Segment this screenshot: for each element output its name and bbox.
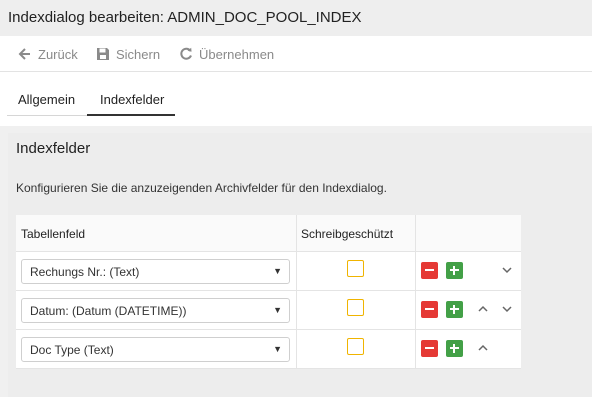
chevron-down-icon[interactable] — [499, 301, 515, 317]
column-divider — [415, 330, 416, 368]
header-readonly: Schreibgeschützt — [301, 227, 394, 241]
section-title: Indexfelder — [16, 140, 91, 157]
column-divider — [415, 215, 416, 251]
title-bar: Indexdialog bearbeiten: ADMIN_DOC_POOL_I… — [0, 0, 592, 36]
field-select[interactable]: Doc Type (Text) ▼ — [21, 337, 290, 362]
field-select-value: Doc Type (Text) — [30, 343, 114, 357]
index-fields-panel: Indexfelder Konfigurieren Sie die anzuze… — [8, 133, 592, 397]
add-row-button[interactable] — [446, 340, 463, 357]
chevron-down-icon[interactable] — [499, 262, 515, 278]
field-select[interactable]: Rechungs Nr.: (Text) ▼ — [21, 259, 290, 284]
back-button[interactable]: Zurück — [18, 45, 78, 63]
column-divider — [296, 215, 297, 251]
index-fields-table: Tabellenfeld Schreibgeschützt Rechungs N… — [16, 215, 521, 369]
field-select-value: Rechungs Nr.: (Text) — [30, 265, 140, 279]
remove-row-button[interactable] — [421, 301, 438, 318]
readonly-checkbox[interactable] — [347, 299, 364, 316]
active-tab-indicator — [87, 114, 175, 116]
readonly-checkbox[interactable] — [347, 260, 364, 277]
dropdown-caret-icon: ▼ — [273, 266, 282, 276]
table-row: Doc Type (Text) ▼ — [16, 330, 521, 369]
tab-bar: Allgemein Indexfelder — [0, 72, 592, 126]
remove-row-button[interactable] — [421, 340, 438, 357]
floppy-disk-icon — [96, 47, 110, 61]
apply-label: Übernehmen — [199, 46, 275, 62]
add-row-button[interactable] — [446, 301, 463, 318]
table-row: Rechungs Nr.: (Text) ▼ — [16, 252, 521, 291]
back-label: Zurück — [38, 46, 78, 62]
column-divider — [296, 291, 297, 329]
chevron-up-icon[interactable] — [475, 301, 491, 317]
window-title: Indexdialog bearbeiten: ADMIN_DOC_POOL_I… — [8, 9, 362, 26]
column-divider — [296, 252, 297, 290]
table-header: Tabellenfeld Schreibgeschützt — [16, 215, 521, 252]
header-table-field: Tabellenfeld — [21, 227, 86, 241]
toolbar: Zurück Sichern Übernehmen — [0, 36, 592, 72]
table-row: Datum: (Datum (DATETIME)) ▼ — [16, 291, 521, 330]
save-label: Sichern — [116, 46, 161, 62]
column-divider — [415, 291, 416, 329]
tab-allgemein[interactable]: Allgemein — [18, 92, 75, 107]
apply-button[interactable]: Übernehmen — [179, 45, 274, 63]
save-button[interactable]: Sichern — [96, 45, 160, 63]
arrow-left-icon — [18, 47, 32, 61]
remove-row-button[interactable] — [421, 262, 438, 279]
tab-indexfelder[interactable]: Indexfelder — [100, 92, 164, 107]
column-divider — [296, 330, 297, 368]
dropdown-caret-icon: ▼ — [273, 305, 282, 315]
field-select[interactable]: Datum: (Datum (DATETIME)) ▼ — [21, 298, 290, 323]
add-row-button[interactable] — [446, 262, 463, 279]
field-select-value: Datum: (Datum (DATETIME)) — [30, 304, 187, 318]
section-description: Konfigurieren Sie die anzuzeigenden Arch… — [16, 181, 387, 195]
refresh-icon — [179, 47, 193, 61]
dropdown-caret-icon: ▼ — [273, 344, 282, 354]
column-divider — [415, 252, 416, 290]
readonly-checkbox[interactable] — [347, 338, 364, 355]
chevron-up-icon[interactable] — [475, 340, 491, 356]
